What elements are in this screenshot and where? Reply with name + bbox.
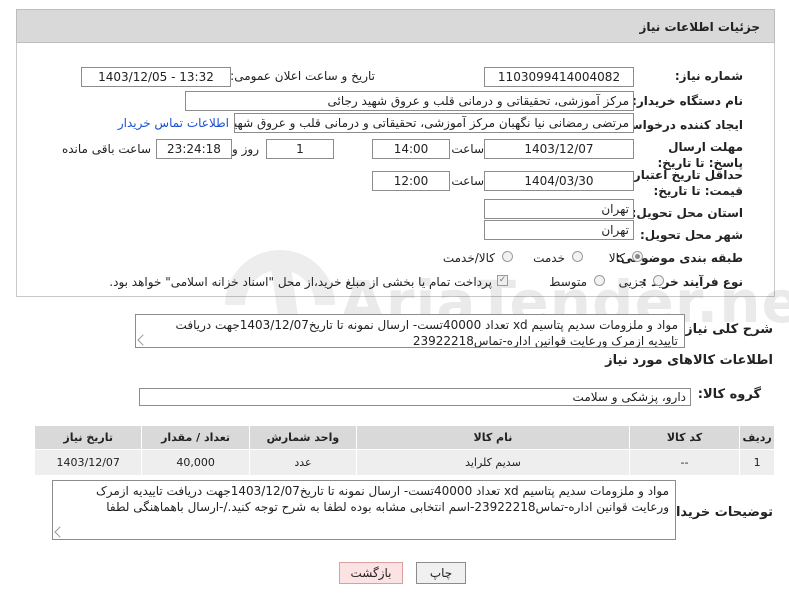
resize-grip-icon[interactable]	[54, 526, 66, 538]
contact-info-link[interactable]: اطلاعات تماس خریدار	[118, 116, 229, 130]
category-option-both: کالا/خدمت	[442, 251, 495, 265]
print-button[interactable]: چاپ	[416, 562, 466, 584]
city-field: تهران	[484, 220, 634, 240]
validity-time-field: 12:00	[372, 171, 450, 191]
description-label: شرح کلی نیاز:	[679, 322, 773, 337]
category-radio-goods[interactable]	[632, 251, 643, 262]
category-option-goods: کالا	[608, 251, 625, 265]
treasury-checkbox[interactable]: ✓	[497, 275, 508, 286]
resize-grip-icon[interactable]	[137, 334, 149, 346]
deadline-date-field: 1403/12/07	[484, 139, 634, 159]
col-date-header: تاریخ نیاز	[33, 425, 143, 450]
goods-section-title: اطلاعات کالاهای مورد نیاز	[605, 353, 773, 368]
days-field: 1	[266, 139, 334, 159]
panel-header: جزئیات اطلاعات نیاز	[16, 9, 775, 43]
category-radio-service[interactable]	[572, 251, 583, 262]
validity-time-label: ساعت	[451, 174, 484, 188]
validity-label-text: حداقل تاریخ اعتبار قیمت: تا تاریخ:	[633, 168, 743, 198]
announce-label: تاریخ و ساعت اعلان عمومی:	[230, 69, 375, 83]
buyer-notes-label: توضیحات خریدار:	[663, 505, 773, 520]
goods-table: ردیف کد کالا نام کالا واحد شمارش تعداد /…	[33, 425, 775, 476]
remaining-time-field: 23:24:18	[156, 139, 232, 159]
cell-row: 1	[739, 449, 775, 476]
buyer-notes-text: مواد و ملزومات سدیم پتاسیم xd تعداد 4000…	[95, 484, 669, 514]
col-code-header: کد کالا	[628, 425, 741, 450]
creator-field: مرتضی رمضانی نیا نگهبان مرکز آموزشی، تحق…	[234, 113, 634, 133]
cell-unit: عدد	[248, 449, 358, 476]
city-label: شهر محل تحویل:	[639, 228, 743, 242]
description-textarea: مواد و ملزومات سدیم پتاسیم xd تعداد 4000…	[135, 314, 685, 348]
back-button[interactable]: بازگشت	[339, 562, 403, 584]
validity-date-field: 1404/03/30	[484, 171, 634, 191]
goods-group-field: دارو، پزشکی و سلامت	[139, 388, 691, 406]
deadline-time-field: 14:00	[372, 139, 450, 159]
cell-date: 1403/12/07	[33, 449, 143, 476]
cell-code: --	[628, 449, 741, 476]
buyer-notes-textarea: مواد و ملزومات سدیم پتاسیم xd تعداد 4000…	[52, 480, 676, 540]
description-text: مواد و ملزومات سدیم پتاسیم xd تعداد 4000…	[175, 318, 678, 348]
col-unit-header: واحد شمارش	[248, 425, 358, 450]
remaining-label: ساعت باقی مانده	[61, 142, 151, 156]
province-label: استان محل تحویل:	[631, 206, 743, 220]
buyer-field: مرکز آموزشی، تحقیقاتی و درمانی قلب و عرو…	[185, 91, 634, 111]
process-radio-medium[interactable]	[594, 275, 605, 286]
table-row: 1 -- سدیم کلراید عدد 40,000 1403/12/07	[33, 449, 775, 476]
deadline-time-label: ساعت	[451, 142, 484, 156]
announce-field: 1403/12/05 - 13:32	[81, 67, 231, 87]
process-option-medium: متوسط	[549, 275, 587, 289]
col-row-header: ردیف	[739, 425, 775, 450]
category-option-service: خدمت	[533, 251, 565, 265]
goods-group-label: گروه کالا:	[697, 387, 761, 402]
process-option-minor: جزیی	[618, 275, 646, 289]
need-number-field: 1103099414004082	[484, 67, 634, 87]
buyer-label: نام دستگاه خریدار:	[632, 94, 743, 108]
page-title: جزئیات اطلاعات نیاز	[639, 20, 760, 34]
cell-qty: 40,000	[141, 449, 250, 476]
process-radio-minor[interactable]	[653, 275, 664, 286]
cell-name: سدیم کلراید	[356, 449, 630, 476]
treasury-note: پرداخت تمام یا بخشی از مبلغ خرید،از محل …	[109, 275, 492, 289]
col-name-header: نام کالا	[356, 425, 630, 450]
province-field: تهران	[484, 199, 634, 219]
category-radio-both[interactable]	[502, 251, 513, 262]
validity-label: حداقل تاریخ اعتبار قیمت: تا تاریخ:	[623, 167, 743, 199]
days-label: روز و	[232, 142, 259, 156]
col-qty-header: تعداد / مقدار	[141, 425, 250, 450]
need-number-label: شماره نیاز:	[674, 69, 743, 83]
table-header-row: ردیف کد کالا نام کالا واحد شمارش تعداد /…	[33, 425, 775, 450]
